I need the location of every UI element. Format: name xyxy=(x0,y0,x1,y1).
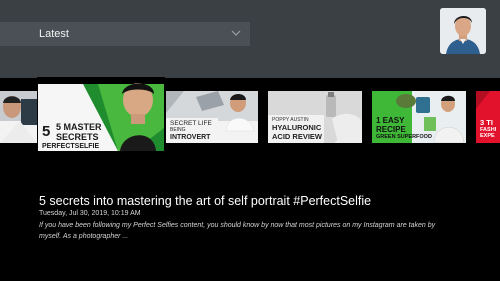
video-carousel: 5 5 MASTER SECRETS PERFECTSELFIE SECRET … xyxy=(0,77,500,154)
thumb-line-3: ACID REVIEW xyxy=(272,132,323,141)
sort-dropdown[interactable]: Latest xyxy=(0,22,250,46)
app-screen: Latest 5 5 MASTER SECRETS PERFECTSELFIE … xyxy=(0,0,500,281)
thumbnail-image xyxy=(0,91,37,143)
thumb-line-2: SECRETS xyxy=(56,132,99,142)
thumb-line-3: EXPE xyxy=(480,133,495,139)
thumb-line-3: GREEN SUPERFOOD xyxy=(376,134,432,140)
thumb-big-number: 5 xyxy=(42,123,51,140)
top-bar: Latest xyxy=(0,0,500,78)
thumbnail-green-superfood-recipe[interactable]: 1 EASY RECIPE GREEN SUPERFOOD xyxy=(372,91,466,143)
profile-avatar[interactable] xyxy=(440,8,486,54)
video-date: Tuesday, Jul 30, 2019, 10:19 AM xyxy=(39,210,141,217)
avatar-image xyxy=(440,8,486,54)
thumb-line-2: HYALURONIC xyxy=(272,123,322,132)
thumb-line-1: 5 MASTER xyxy=(56,122,102,132)
thumbnail-partial-right[interactable]: 3 TI FASHI EXPE xyxy=(476,91,500,143)
thumb-line-3: PERFECTSELFIE xyxy=(42,143,100,150)
video-title: 5 secrets into mastering the art of self… xyxy=(39,194,372,208)
thumbnail-secret-life-introvert[interactable]: SECRET LIFE BEING INTROVERT xyxy=(166,91,258,143)
thumb-line-1: 3 TI xyxy=(480,118,493,127)
thumbnail-5-master-secrets[interactable]: 5 5 MASTER SECRETS PERFECTSELFIE xyxy=(37,77,165,152)
thumb-line-2: BEING xyxy=(170,127,186,133)
thumb-line-3: INTROVERT xyxy=(170,134,211,141)
thumb-line-1: 1 EASY xyxy=(376,116,405,125)
thumbnail-partial-left[interactable] xyxy=(0,91,37,143)
sort-dropdown-label: Latest xyxy=(39,28,69,40)
thumb-line-2: RECIPE xyxy=(376,125,406,134)
thumbnail-hyaluronic-acid-review[interactable]: POPPY AUSTIN HYALURONIC ACID REVIEW xyxy=(268,91,362,143)
chevron-down-icon xyxy=(231,30,241,36)
video-description: If you have been following my Perfect Se… xyxy=(39,222,436,240)
